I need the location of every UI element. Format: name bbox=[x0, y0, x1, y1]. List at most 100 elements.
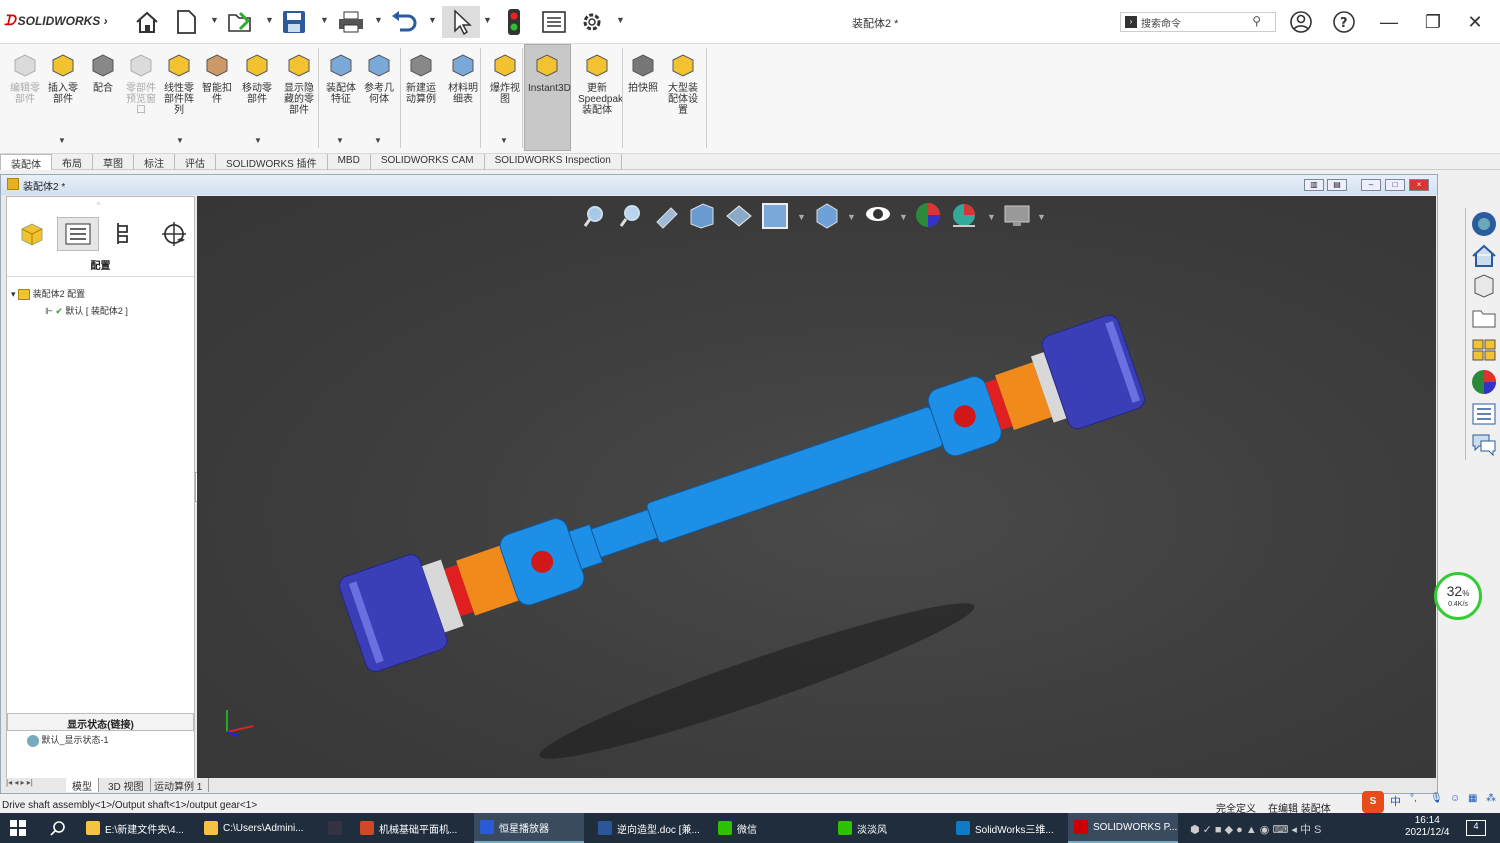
microphone-icon[interactable]: 🎙 bbox=[1430, 793, 1443, 804]
doc-minimize-button[interactable]: – bbox=[1361, 179, 1381, 191]
chevron-down-icon[interactable]: ▼ bbox=[176, 136, 184, 145]
dimxpert-manager-tab-icon[interactable] bbox=[153, 217, 195, 251]
tab-7[interactable]: SOLIDWORKS CAM bbox=[371, 154, 485, 170]
taskbar-item[interactable] bbox=[322, 813, 348, 843]
custom-properties-icon[interactable] bbox=[1469, 400, 1499, 428]
chevron-down-icon[interactable]: ▼ bbox=[265, 15, 274, 25]
ribbon-button-new-motion-study[interactable]: 新建运动算例 bbox=[402, 50, 440, 105]
ribbon-button-edit-component[interactable]: 编辑零部件 bbox=[6, 50, 44, 105]
chevron-down-icon[interactable]: ▼ bbox=[374, 136, 382, 145]
tab-8[interactable]: SOLIDWORKS Inspection bbox=[485, 154, 622, 170]
taskbar-item[interactable]: 微信 bbox=[712, 813, 824, 843]
ime-language-indicator[interactable]: 中 bbox=[1390, 793, 1401, 809]
graphics-viewport[interactable]: ▼ ▼ ▼ ▼ ▼ bbox=[197, 196, 1436, 778]
new-document-icon[interactable] bbox=[170, 6, 202, 38]
windows-start-icon[interactable] bbox=[4, 813, 38, 843]
home-icon[interactable] bbox=[1469, 242, 1499, 270]
home-icon[interactable] bbox=[131, 6, 163, 38]
file-properties-icon[interactable] bbox=[538, 6, 570, 38]
tab-6[interactable]: MBD bbox=[328, 154, 371, 170]
chevron-down-icon[interactable]: ▼ bbox=[374, 15, 383, 25]
tile-vertical-button[interactable]: ▤ bbox=[1327, 179, 1347, 191]
taskbar-item[interactable]: SOLIDWORKS P... bbox=[1068, 813, 1178, 843]
doc-close-button[interactable]: × bbox=[1409, 179, 1429, 191]
close-button[interactable]: ✕ bbox=[1458, 8, 1492, 36]
taskbar-item[interactable]: C:\Users\Admini... bbox=[198, 813, 316, 843]
tab-3d-views[interactable]: 3D 视图 bbox=[102, 778, 151, 793]
chevron-down-icon[interactable]: ▼ bbox=[428, 15, 437, 25]
ribbon-button-large-assembly-settings[interactable]: 大型装配体设置 bbox=[664, 50, 702, 116]
chevron-down-icon[interactable]: ▼ bbox=[58, 136, 66, 145]
minimize-button[interactable]: — bbox=[1372, 8, 1406, 36]
ribbon-button-instant3d[interactable]: Instant3D bbox=[528, 50, 571, 94]
tab-1[interactable]: 布局 bbox=[52, 154, 93, 170]
ribbon-button-assembly-features[interactable]: 装配体特征 bbox=[322, 50, 360, 105]
user-account-icon[interactable] bbox=[1284, 8, 1318, 36]
appearances-scenes-icon[interactable] bbox=[1469, 368, 1499, 396]
ribbon-button-insert-components[interactable]: 插入零部件 bbox=[44, 50, 82, 105]
emoji-icon[interactable]: ☺ bbox=[1450, 793, 1460, 804]
chevron-down-icon[interactable]: ▼ bbox=[336, 136, 344, 145]
open-document-icon[interactable] bbox=[224, 6, 256, 38]
ribbon-button-smart-fasteners[interactable]: 智能扣件 bbox=[198, 50, 236, 105]
ribbon-button-exploded-view[interactable]: 爆炸视图 bbox=[486, 50, 524, 105]
ribbon-button-component-preview[interactable]: 零部件预览窗口 bbox=[122, 50, 160, 116]
chevron-down-icon[interactable]: ▼ bbox=[616, 15, 625, 25]
feature-manager-tab-icon[interactable] bbox=[11, 217, 53, 251]
tab-scroll-arrows[interactable]: |◂ ◂ ▸ ▸| bbox=[6, 778, 60, 792]
ribbon-button-reference-geometry[interactable]: 参考几何体 bbox=[360, 50, 398, 105]
tab-model[interactable]: 模型 bbox=[66, 778, 99, 793]
file-explorer-icon[interactable] bbox=[1469, 304, 1499, 332]
chevron-down-icon[interactable]: ▼ bbox=[500, 136, 508, 145]
property-manager-tab-icon[interactable] bbox=[57, 217, 99, 251]
taskbar-item[interactable]: 恒星播放器 bbox=[474, 813, 584, 843]
search-icon[interactable] bbox=[44, 813, 74, 843]
solidworks-logo[interactable]: ᗪ SOLIDWORKS › bbox=[4, 12, 108, 29]
ime-menu-icon[interactable]: ▦ bbox=[1468, 793, 1477, 804]
ribbon-button-show-hidden-components[interactable]: 显示隐藏的零部件 bbox=[280, 50, 318, 116]
chevron-down-icon[interactable]: ▼ bbox=[210, 15, 219, 25]
chevron-down-icon[interactable]: ▼ bbox=[320, 15, 329, 25]
tab-2[interactable]: 草图 bbox=[93, 154, 134, 170]
taskbar-item[interactable]: E:\新建文件夹\4... bbox=[80, 813, 190, 843]
select-pointer-icon[interactable] bbox=[442, 6, 480, 38]
display-state-item[interactable]: 默认_显示状态-1 bbox=[27, 733, 109, 747]
chevron-down-icon[interactable]: ▼ bbox=[483, 15, 492, 25]
tab-motion-study[interactable]: 运动算例 1 bbox=[148, 778, 210, 793]
solidworks-resources-icon[interactable] bbox=[1469, 210, 1499, 238]
save-icon[interactable] bbox=[278, 6, 310, 38]
undo-icon[interactable] bbox=[388, 6, 420, 38]
taskbar-item[interactable]: 淡淡风 bbox=[832, 813, 942, 843]
taskbar-item[interactable]: 逆向造型.doc [兼... bbox=[592, 813, 704, 843]
ribbon-button-update-speedpak[interactable]: 更新Speedpak装配体 bbox=[578, 50, 623, 116]
ribbon-button-linear-pattern[interactable]: 线性零部件阵列 bbox=[160, 50, 198, 116]
gear-icon[interactable] bbox=[576, 6, 608, 38]
restore-button[interactable]: ❐ bbox=[1416, 8, 1450, 36]
ribbon-button-mate[interactable]: 配合 bbox=[84, 50, 122, 94]
tile-horizontal-button[interactable]: ▥ bbox=[1304, 179, 1324, 191]
tree-item-default-config[interactable]: ⊩ ✔ 默认 [ 装配体2 ] bbox=[45, 304, 128, 317]
search-icon[interactable]: ⚲ bbox=[1252, 14, 1261, 28]
network-speed-gauge[interactable]: 32% 0.4K/s bbox=[1434, 572, 1482, 620]
tab-4[interactable]: 评估 bbox=[175, 154, 216, 170]
doc-restore-button[interactable]: □ bbox=[1385, 179, 1405, 191]
sogou-ime-icon[interactable]: S bbox=[1362, 791, 1384, 813]
ime-toolbox-icon[interactable]: ⁂ bbox=[1486, 793, 1496, 804]
ime-punctuation-icon[interactable]: °, bbox=[1410, 793, 1417, 804]
tab-3[interactable]: 标注 bbox=[134, 154, 175, 170]
tab-scroll-arrows[interactable]: ◂▸ bbox=[177, 235, 185, 244]
tab-0[interactable]: 装配体 bbox=[0, 154, 52, 171]
notification-center-icon[interactable]: 4 bbox=[1466, 820, 1486, 836]
tree-item-assembly-configurations[interactable]: ▾ 装配体2 配置 bbox=[11, 287, 85, 301]
print-icon[interactable] bbox=[335, 6, 367, 38]
help-icon[interactable]: ? bbox=[1327, 8, 1361, 36]
tab-5[interactable]: SOLIDWORKS 插件 bbox=[216, 154, 328, 170]
configuration-manager-tab-icon[interactable] bbox=[105, 217, 147, 251]
forum-icon[interactable] bbox=[1469, 430, 1499, 458]
expand-arrow-icon[interactable]: ▾ bbox=[11, 289, 16, 299]
taskbar-item[interactable]: SolidWorks三维... bbox=[950, 813, 1060, 843]
rebuild-traffic-light-icon[interactable] bbox=[498, 6, 530, 38]
ribbon-button-move-component[interactable]: 移动零部件 bbox=[238, 50, 276, 105]
view-palette-icon[interactable] bbox=[1469, 336, 1499, 364]
design-library-icon[interactable] bbox=[1469, 272, 1499, 300]
